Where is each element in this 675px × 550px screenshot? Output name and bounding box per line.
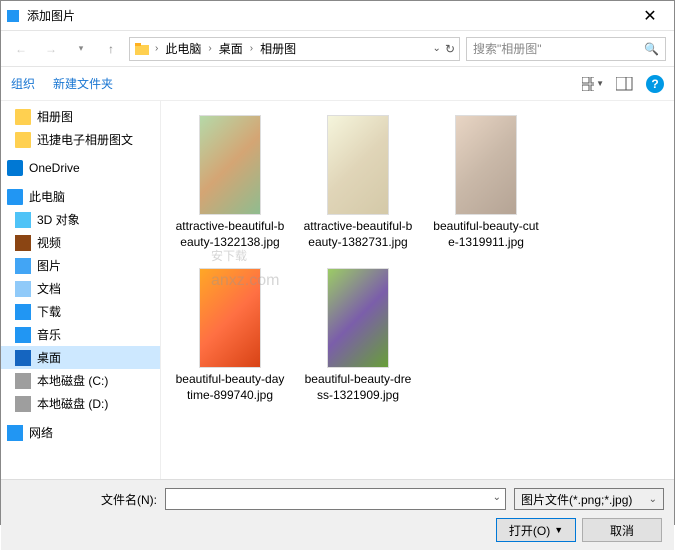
file-label: attractive-beautiful-beauty-1382731.jpg xyxy=(303,219,413,250)
tree-icon xyxy=(15,327,31,343)
tree-icon xyxy=(15,281,31,297)
sidebar-item[interactable]: 视频 xyxy=(1,231,160,254)
organize-menu[interactable]: 组织 xyxy=(11,75,35,92)
back-button[interactable]: ← xyxy=(9,37,33,61)
search-input[interactable]: 搜索"相册图" 🔍 xyxy=(466,37,666,61)
folder-icon xyxy=(134,41,150,57)
tree-icon xyxy=(15,373,31,389)
thumbnail-image xyxy=(199,268,261,368)
view-mode-button[interactable]: ▼ xyxy=(582,73,604,95)
file-label: attractive-beautiful-beauty-1322138.jpg xyxy=(175,219,285,250)
tree-icon xyxy=(15,109,31,125)
new-folder-button[interactable]: 新建文件夹 xyxy=(53,75,113,92)
tree-icon xyxy=(15,212,31,228)
file-item[interactable]: attractive-beautiful-beauty-1382731.jpg xyxy=(299,111,417,254)
file-label: beautiful-beauty-dress-1321909.jpg xyxy=(303,372,413,403)
tree-label: 3D 对象 xyxy=(37,211,80,228)
tree-icon xyxy=(15,396,31,412)
tree-icon xyxy=(7,425,23,441)
sidebar: 相册图迅捷电子相册图文 OneDrive 此电脑 3D 对象视频图片文档下载音乐桌面本… xyxy=(1,101,161,479)
breadcrumb-segment[interactable]: 桌面 xyxy=(215,40,247,57)
sidebar-item[interactable]: 图片 xyxy=(1,254,160,277)
file-item[interactable]: attractive-beautiful-beauty-1322138.jpg xyxy=(171,111,289,254)
recent-dropdown[interactable]: ▾ xyxy=(69,37,93,61)
tree-icon xyxy=(15,132,31,148)
tree-label: 桌面 xyxy=(37,349,61,366)
file-label: beautiful-beauty-cute-1319911.jpg xyxy=(431,219,541,250)
preview-pane-button[interactable] xyxy=(614,73,636,95)
tree-label: 迅捷电子相册图文 xyxy=(37,131,133,148)
sidebar-item[interactable]: 本地磁盘 (C:) xyxy=(1,369,160,392)
chevron-right-icon: › xyxy=(205,43,214,54)
app-icon xyxy=(5,8,21,24)
tree-label: 下载 xyxy=(37,303,61,320)
sidebar-item[interactable]: 文档 xyxy=(1,277,160,300)
sidebar-item[interactable]: 桌面 xyxy=(1,346,160,369)
tree-icon xyxy=(15,304,31,320)
sidebar-item[interactable]: 下载 xyxy=(1,300,160,323)
sidebar-item[interactable]: 网络 xyxy=(1,421,160,444)
file-label: beautiful-beauty-daytime-899740.jpg xyxy=(175,372,285,403)
sidebar-item[interactable]: 相册图 xyxy=(1,105,160,128)
breadcrumb-dropdown[interactable]: ⌄ xyxy=(433,43,441,54)
thumbnail-image xyxy=(327,268,389,368)
tree-label: OneDrive xyxy=(29,161,80,175)
sidebar-item[interactable]: 此电脑 xyxy=(1,185,160,208)
file-item[interactable]: beautiful-beauty-daytime-899740.jpg xyxy=(171,264,289,407)
file-list: attractive-beautiful-beauty-1322138.jpg a… xyxy=(161,101,674,479)
tree-icon xyxy=(15,258,31,274)
search-icon: 🔍 xyxy=(644,42,659,56)
filename-input[interactable]: ⌄ xyxy=(165,488,506,510)
tree-label: 音乐 xyxy=(37,326,61,343)
sidebar-item[interactable]: 迅捷电子相册图文 xyxy=(1,128,160,151)
tree-label: 相册图 xyxy=(37,108,73,125)
tree-label: 本地磁盘 (D:) xyxy=(37,395,108,412)
tree-label: 文档 xyxy=(37,280,61,297)
breadcrumb[interactable]: › 此电脑 › 桌面 › 相册图 ⌄ ↻ xyxy=(129,37,460,61)
tree-label: 本地磁盘 (C:) xyxy=(37,372,108,389)
file-item[interactable]: beautiful-beauty-cute-1319911.jpg xyxy=(427,111,545,254)
tree-icon xyxy=(7,189,23,205)
search-placeholder: 搜索"相册图" xyxy=(473,40,644,57)
tree-label: 图片 xyxy=(37,257,61,274)
file-item[interactable]: beautiful-beauty-dress-1321909.jpg xyxy=(299,264,417,407)
sidebar-item[interactable]: 音乐 xyxy=(1,323,160,346)
sidebar-item[interactable]: 3D 对象 xyxy=(1,208,160,231)
breadcrumb-segment[interactable]: 此电脑 xyxy=(161,40,205,57)
tree-label: 网络 xyxy=(29,424,53,441)
tree-icon xyxy=(15,235,31,251)
close-button[interactable]: ✕ xyxy=(630,2,670,30)
sidebar-item[interactable]: 本地磁盘 (D:) xyxy=(1,392,160,415)
thumbnail-image xyxy=(327,115,389,215)
tree-label: 视频 xyxy=(37,234,61,251)
sidebar-item[interactable]: OneDrive xyxy=(1,157,160,179)
filename-label: 文件名(N): xyxy=(101,491,157,508)
thumbnail-image xyxy=(455,115,517,215)
chevron-right-icon: › xyxy=(152,43,161,54)
chevron-down-icon: ▼ xyxy=(554,525,563,535)
forward-button[interactable]: → xyxy=(39,37,63,61)
window-title: 添加图片 xyxy=(27,7,630,24)
breadcrumb-segment[interactable]: 相册图 xyxy=(256,40,300,57)
refresh-button[interactable]: ↻ xyxy=(445,42,455,56)
cancel-button[interactable]: 取消 xyxy=(582,518,662,542)
tree-icon xyxy=(7,160,23,176)
filetype-filter[interactable]: 图片文件(*.png;*.jpg) ⌄ xyxy=(514,488,664,510)
thumbnail-image xyxy=(199,115,261,215)
tree-icon xyxy=(15,350,31,366)
help-button[interactable]: ? xyxy=(646,75,664,93)
tree-label: 此电脑 xyxy=(29,188,65,205)
chevron-right-icon: › xyxy=(247,43,256,54)
up-button[interactable]: ↑ xyxy=(99,37,123,61)
open-button[interactable]: 打开(O) ▼ xyxy=(496,518,576,542)
